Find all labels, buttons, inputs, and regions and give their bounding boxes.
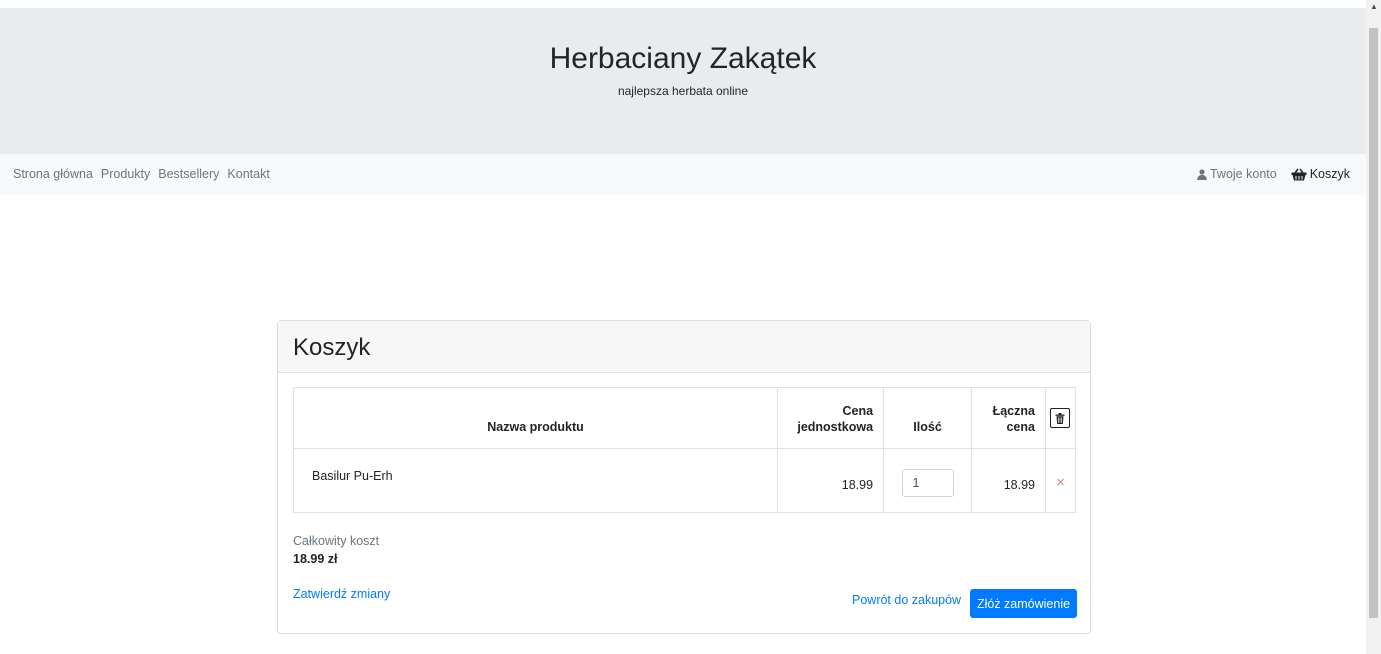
nav-user-links: Twoje konto Koszyk — [1193, 166, 1354, 182]
cell-remove: × — [1044, 448, 1077, 513]
main-navbar: Strona główna Produkty Bestsellery Konta… — [0, 154, 1366, 195]
top-strip — [0, 0, 1366, 8]
cell-quantity — [883, 448, 973, 513]
cell-unit-price: 18.99 — [777, 448, 885, 513]
cell-product-name: Basilur Pu-Erh — [292, 448, 779, 513]
nav-account-label: Twoje konto — [1209, 167, 1277, 181]
total-cost-label: Całkowity koszt — [293, 534, 380, 548]
cell-total-price: 18.99 — [971, 448, 1046, 513]
chevron-up-icon[interactable]: ▲ — [1370, 3, 1378, 11]
trash-icon[interactable] — [1050, 408, 1071, 428]
nav-cart[interactable]: Koszyk — [1287, 166, 1354, 182]
remove-item-icon[interactable]: × — [1056, 474, 1065, 491]
cart-card-body: Nazwa produktu Cena jednostkowa Ilość Łą… — [278, 373, 1090, 581]
cart-table: Nazwa produktu Cena jednostkowa Ilość Łą… — [292, 387, 1077, 513]
basket-icon — [1291, 166, 1307, 182]
nav-bestsellers[interactable]: Bestsellery — [154, 166, 223, 182]
scrollbar-thumb[interactable] — [1369, 28, 1378, 618]
col-delete — [1044, 387, 1077, 449]
table-row: Basilur Pu-Erh 18.99 18.99 × — [292, 448, 1077, 513]
nav-cart-label: Koszyk — [1309, 167, 1350, 181]
cart-table-header: Nazwa produktu Cena jednostkowa Ilość Łą… — [292, 387, 1077, 449]
col-product-name: Nazwa produktu — [292, 387, 779, 449]
cart-card-header: Koszyk — [278, 321, 1090, 373]
site-title: Herbaciany Zakątek — [549, 42, 817, 75]
col-total-price: Łączna cena — [971, 387, 1046, 449]
cart-title: Koszyk — [293, 334, 371, 361]
user-icon — [1197, 166, 1207, 182]
quantity-input[interactable] — [901, 468, 954, 497]
col-unit-price-line1: Cena — [842, 404, 874, 418]
nav-account[interactable]: Twoje konto — [1193, 166, 1281, 182]
place-order-button[interactable]: Złóż zamówienie — [970, 589, 1077, 618]
site-header: Herbaciany Zakątek najlepsza herbata onl… — [0, 8, 1366, 154]
total-cost-value: 18.99 zł — [293, 552, 338, 566]
nav-links: Strona główna Produkty Bestsellery Konta… — [9, 166, 274, 182]
col-unit-price-line2: jednostkowa — [797, 420, 874, 434]
col-total-line1: Łączna — [992, 404, 1035, 418]
cart-card: Koszyk Nazwa produktu Cena jednostkowa I… — [277, 320, 1091, 634]
nav-contact[interactable]: Kontakt — [223, 166, 273, 182]
col-total-line2: cena — [1006, 420, 1035, 434]
site-subtitle: najlepsza herbata online — [617, 84, 749, 98]
nav-home[interactable]: Strona główna — [9, 166, 97, 182]
col-quantity: Ilość — [883, 387, 973, 449]
nav-products[interactable]: Produkty — [97, 166, 154, 182]
confirm-changes-link[interactable]: Zatwierdź zmiany — [293, 586, 390, 602]
page-scrollbar[interactable]: ▲ — [1366, 0, 1381, 654]
col-unit-price: Cena jednostkowa — [777, 387, 885, 449]
back-to-shopping-link[interactable]: Powrót do zakupów — [852, 592, 961, 608]
cart-summary: Całkowity koszt 18.99 zł — [293, 533, 1075, 567]
